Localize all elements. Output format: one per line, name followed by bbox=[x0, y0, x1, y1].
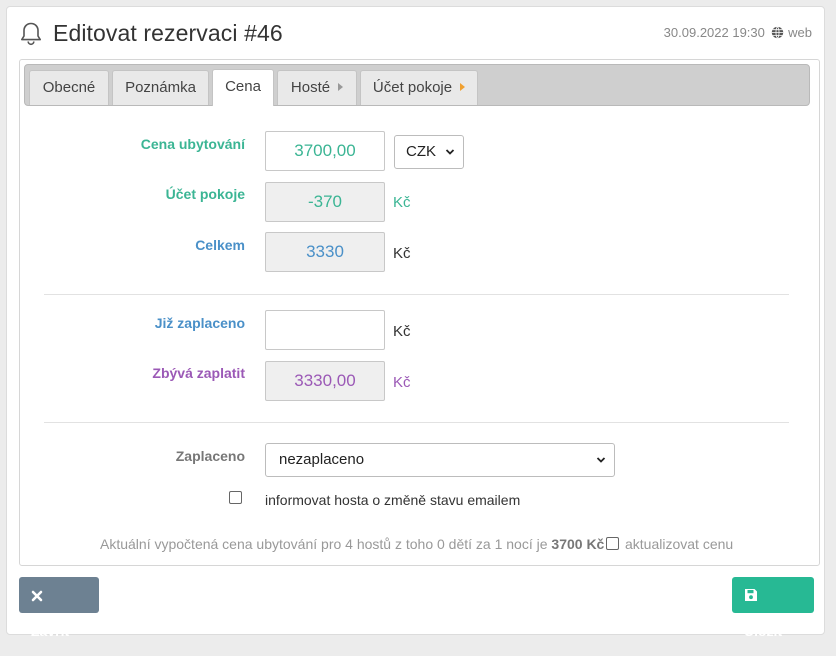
price-label: Cena ubytování bbox=[140, 136, 245, 152]
tab-note[interactable]: Poznámka bbox=[112, 70, 209, 105]
notify-guest-checkbox[interactable] bbox=[229, 491, 242, 504]
remaining-unit: Kč bbox=[393, 374, 411, 391]
tab-price[interactable]: Cena bbox=[212, 69, 274, 106]
update-price-checkbox[interactable] bbox=[606, 537, 619, 550]
room-account-unit: Kč bbox=[393, 194, 411, 211]
save-button[interactable]: Uložit bbox=[732, 577, 814, 639]
tab-general[interactable]: Obecné bbox=[29, 70, 109, 105]
payment-status-select[interactable]: nezaplaceno bbox=[265, 443, 615, 477]
total-unit: Kč bbox=[393, 245, 411, 262]
globe-icon bbox=[771, 26, 783, 39]
close-icon bbox=[31, 590, 43, 602]
reservation-datetime: 30.09.2022 19:30 bbox=[663, 25, 765, 40]
reservation-meta: 30.09.2022 19:30 web bbox=[664, 25, 812, 40]
caret-right-icon bbox=[460, 83, 466, 91]
remaining-field: 3330,00 bbox=[265, 361, 385, 401]
paid-label: Již zaplaceno bbox=[154, 315, 245, 331]
tab-panel: Obecné Poznámka Cena Hosté Účet pokoje C… bbox=[19, 59, 820, 566]
total-label: Celkem bbox=[195, 237, 245, 253]
close-button[interactable]: Zavřít bbox=[19, 577, 99, 639]
page-title: Editovat rezervaci #46 bbox=[53, 20, 283, 46]
caret-right-icon bbox=[338, 83, 344, 91]
tab-room-account[interactable]: Účet pokoje bbox=[360, 70, 478, 105]
notify-guest-label: informovat hosta o změně stavu emailem bbox=[265, 492, 521, 508]
calculated-price: 3700 Kč bbox=[551, 536, 605, 552]
chevron-down-icon bbox=[445, 149, 455, 155]
price-input[interactable]: 3700,00 bbox=[265, 131, 385, 171]
total-field: 3330 bbox=[265, 232, 385, 272]
chevron-down-icon bbox=[596, 457, 606, 463]
bell-icon bbox=[21, 22, 41, 46]
remaining-label: Zbývá zaplatit bbox=[152, 365, 245, 381]
room-account-label: Účet pokoje bbox=[165, 186, 245, 202]
paid-input[interactable] bbox=[265, 310, 385, 350]
status-label: Zaplaceno bbox=[175, 448, 245, 464]
divider bbox=[44, 422, 789, 423]
room-account-field: -370 bbox=[265, 182, 385, 222]
divider bbox=[44, 294, 789, 295]
dialog-header: Editovat rezervaci #46 30.09.2022 19:30 … bbox=[7, 7, 824, 59]
paid-unit: Kč bbox=[393, 323, 411, 340]
reservation-source: web bbox=[788, 25, 812, 40]
edit-reservation-dialog: Editovat rezervaci #46 30.09.2022 19:30 … bbox=[6, 6, 825, 639]
floppy-disk-icon bbox=[745, 589, 757, 601]
currency-select[interactable]: CZK bbox=[394, 135, 464, 169]
tab-bar: Obecné Poznámka Cena Hosté Účet pokoje bbox=[24, 64, 810, 106]
tab-guests[interactable]: Hosté bbox=[277, 70, 357, 105]
calculated-price-info: Aktuální vypočtená cena ubytování pro 4 … bbox=[100, 536, 605, 552]
update-price-label: aktualizovat cenu bbox=[625, 536, 734, 552]
